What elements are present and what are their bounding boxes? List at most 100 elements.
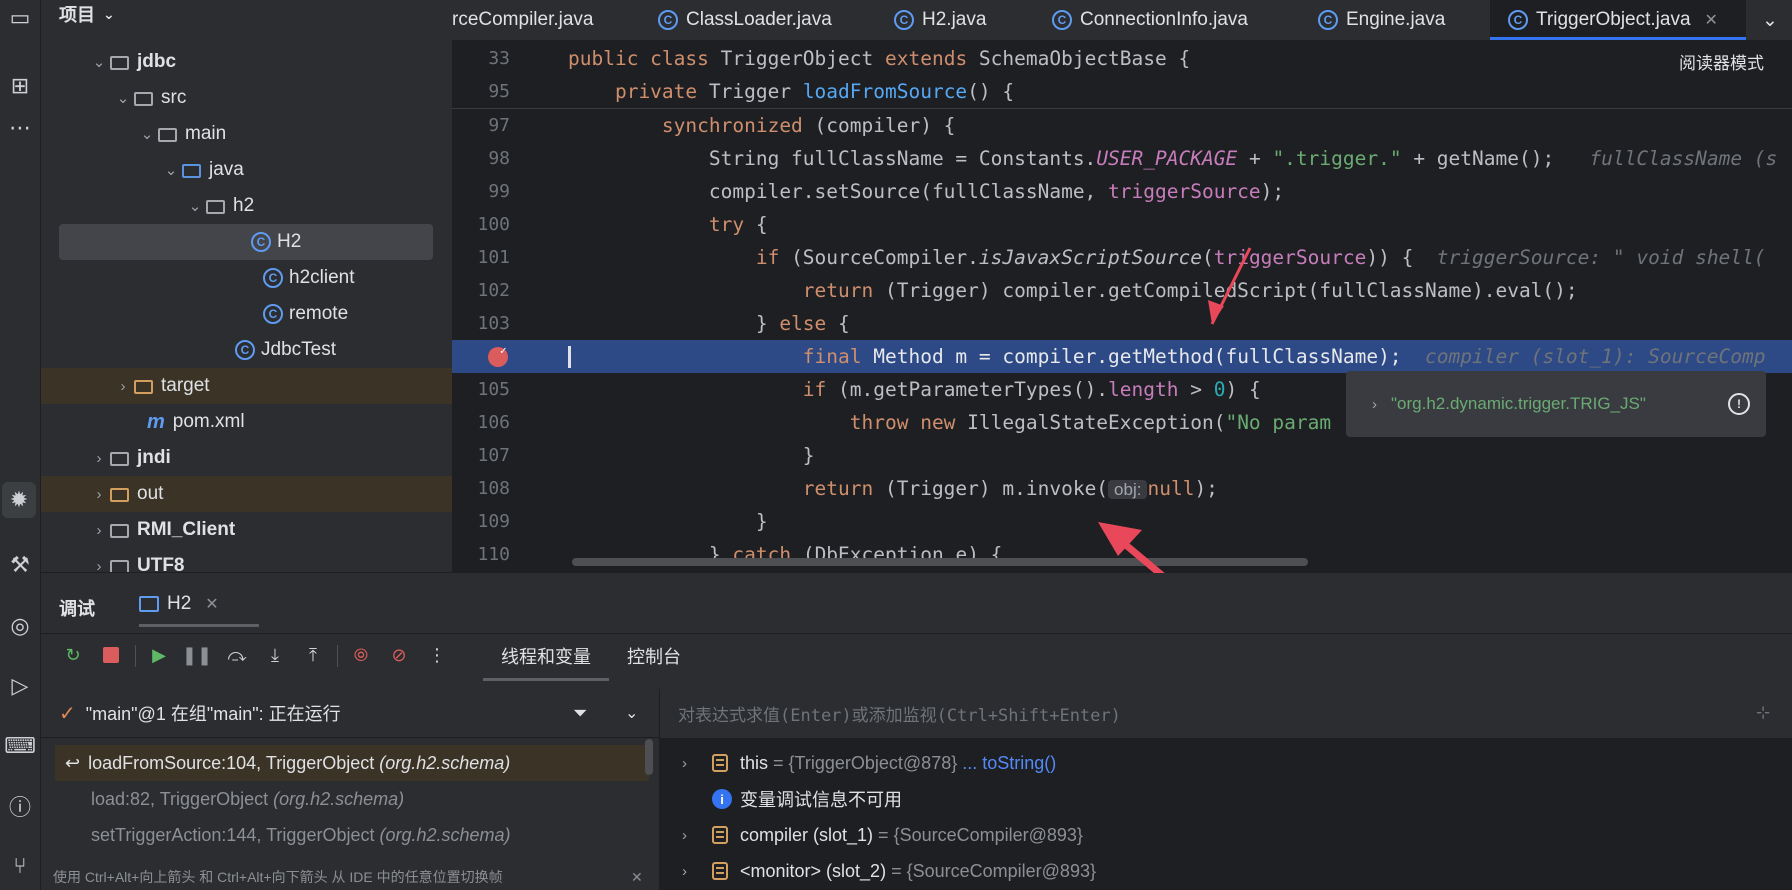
chevron-right-icon[interactable]: › [89,486,109,503]
close-icon[interactable]: ✕ [1705,10,1718,30]
tree-item-out[interactable]: › out [41,476,452,512]
stack-frame[interactable]: setTriggerAction:144, TriggerObject (org… [55,817,649,853]
stack-frame[interactable]: ↩ loadFromSource:104, TriggerObject (org… [55,745,649,781]
git-icon[interactable]: ⑂ [0,848,40,884]
mute-breakpoints-icon[interactable]: ⊘ [385,641,413,669]
add-watch-icon[interactable]: ⊹ [1756,703,1770,723]
terminal-icon[interactable]: ⌨ [0,728,40,764]
tree-item-remote[interactable]: Cremote [41,296,452,332]
variable-row[interactable]: › this = {TriggerObject@878} ... toStrin… [660,745,1792,781]
tab-threads-variables[interactable]: 线程和变量 [483,635,609,681]
stop-icon[interactable] [97,641,125,669]
tab-engine[interactable]: C Engine.java [1318,0,1468,40]
thread-selector[interactable]: ✓ "main"@1 在组"main": 正在运行 ⏷ ⌄ [41,689,659,738]
project-header[interactable]: 项目 ⌄ [41,0,452,28]
pause-icon[interactable]: ❚❚ [182,641,212,669]
services-icon[interactable]: ◎ [0,608,40,644]
editor-horizontal-scrollbar[interactable] [572,558,1308,566]
line-number: 97 [488,115,510,136]
structure-icon[interactable]: ⊞ [0,68,40,104]
tree-label: java [209,159,244,180]
run-icon[interactable]: ▷ [0,668,40,704]
chevron-down-icon[interactable]: ⌄ [113,89,133,107]
info-icon[interactable]: ! [1728,393,1750,415]
variable-row[interactable]: › <monitor> (slot_2) = {SourceCompiler@8… [660,853,1792,889]
code-token: triggerSource [1213,246,1367,269]
code-token: synchronized [568,114,815,137]
chevron-down-icon[interactable]: ⌄ [185,197,205,215]
inline-value-hint[interactable]: compiler (slot_1): SourceComp [1425,345,1765,368]
tab-sourcecompiler[interactable]: rceCompiler.java [452,0,622,40]
tree-item-jdbctest[interactable]: C JdbcTest [41,332,452,368]
inline-value-hint[interactable]: fullClassName (s [1589,147,1777,170]
view-breakpoints-icon[interactable]: ⦾ [347,641,375,669]
class-icon: C [1318,10,1338,30]
class-icon: C [1052,10,1072,30]
variable-row[interactable]: › compiler (slot_1) = {SourceCompiler@89… [660,817,1792,853]
chevron-down-icon[interactable]: ⌄ [137,125,157,143]
chevron-right-icon[interactable]: › [1372,396,1377,413]
tab-h2[interactable]: C H2.java [894,0,1024,40]
variable-value: {SourceCompiler@893} [893,824,1083,845]
chevron-down-icon[interactable]: ⌄ [103,6,115,23]
stack-frame[interactable]: load:82, TriggerObject (org.h2.schema) [55,781,649,817]
chevron-down-icon[interactable]: ⌄ [625,703,638,723]
step-into-icon[interactable]: ⤓ [261,641,289,669]
folder-icon[interactable]: ▭ [0,0,40,36]
debug-session-tab[interactable]: H2 ✕ [139,583,259,627]
code-line: 110 } catch (DbException e) { [452,538,1792,571]
problems-icon[interactable]: ⓘ [0,788,40,824]
chevron-down-icon[interactable]: ⌄ [161,161,181,179]
module-folder-icon [109,53,131,71]
rerun-icon[interactable]: ↻ [59,641,87,669]
tab-connectioninfo[interactable]: C ConnectionInfo.java [1052,0,1272,40]
tree-item-jdbc[interactable]: ⌄ jdbc [41,44,452,80]
tree-item-h2client[interactable]: Ch2client [41,260,452,296]
tree-item-rmi-client[interactable]: › RMI_Client [41,512,452,548]
tree-item-H2[interactable]: C H2 [59,224,433,260]
tree-item-jndi[interactable]: › jndi [41,440,452,476]
step-out-icon[interactable]: ⤒ [299,641,327,669]
chevron-right-icon[interactable]: › [113,378,133,395]
build-icon[interactable]: ⚒ [0,547,40,583]
tab-classloader[interactable]: C ClassLoader.java [658,0,858,40]
tree-item-h2[interactable]: ⌄ h2 [41,188,452,224]
chevron-right-icon[interactable]: › [89,558,109,573]
evaluate-expression-input[interactable]: 对表达式求值(Enter)或添加监视(Ctrl+Shift+Enter) ⊹ [660,689,1792,738]
code-token: length [1108,378,1179,401]
more-icon[interactable]: ⋯ [0,110,40,146]
value-popup[interactable]: › "org.h2.dynamic.trigger.TRIG_JS" ! [1346,371,1766,437]
chevron-right-icon[interactable]: › [682,755,687,772]
tree-item-utf8[interactable]: › UTF8 [41,548,452,573]
variable-eq: = [768,752,789,773]
module-folder-icon [109,521,131,539]
tree-item-src[interactable]: ⌄ src [41,80,452,116]
code-token: final [568,345,874,368]
tree-label: h2client [289,267,355,288]
chevron-down-icon[interactable]: ⌄ [89,53,109,71]
check-icon: ✓ [500,344,507,357]
tree-item-main[interactable]: ⌄ main [41,116,452,152]
frame-method: loadFromSource:104, TriggerObject [88,752,375,773]
tree-item-target[interactable]: › target [41,368,452,404]
tab-overflow-chevron-icon[interactable]: ⌄ [1762,0,1792,40]
close-icon[interactable]: ✕ [631,869,643,886]
chevron-right-icon[interactable]: › [682,863,687,880]
chevron-right-icon[interactable]: › [89,522,109,539]
tree-item-java[interactable]: ⌄ java [41,152,452,188]
code-editor[interactable]: 阅读器模式 33 public class TriggerObject exte… [452,41,1792,572]
step-over-icon[interactable]: ⤼ [223,641,251,669]
tree-item-pom[interactable]: m pom.xml [41,404,452,440]
inline-value-hint[interactable]: triggerSource: " void shell( [1437,246,1766,269]
resume-icon[interactable]: ▶ [145,641,173,669]
chevron-right-icon[interactable]: › [682,827,687,844]
close-icon[interactable]: ✕ [205,594,218,614]
tab-triggerobject[interactable]: C TriggerObject.java ✕ [1490,0,1746,40]
filter-icon[interactable]: ⏷ [573,703,587,724]
tab-console[interactable]: 控制台 [627,635,681,677]
tostring-link[interactable]: ... toString() [957,753,1056,773]
debug-icon[interactable]: ✹ [2,482,36,518]
frames-scrollbar[interactable] [645,739,653,775]
more-icon[interactable]: ⋮ [423,641,451,669]
chevron-right-icon[interactable]: › [89,450,109,467]
